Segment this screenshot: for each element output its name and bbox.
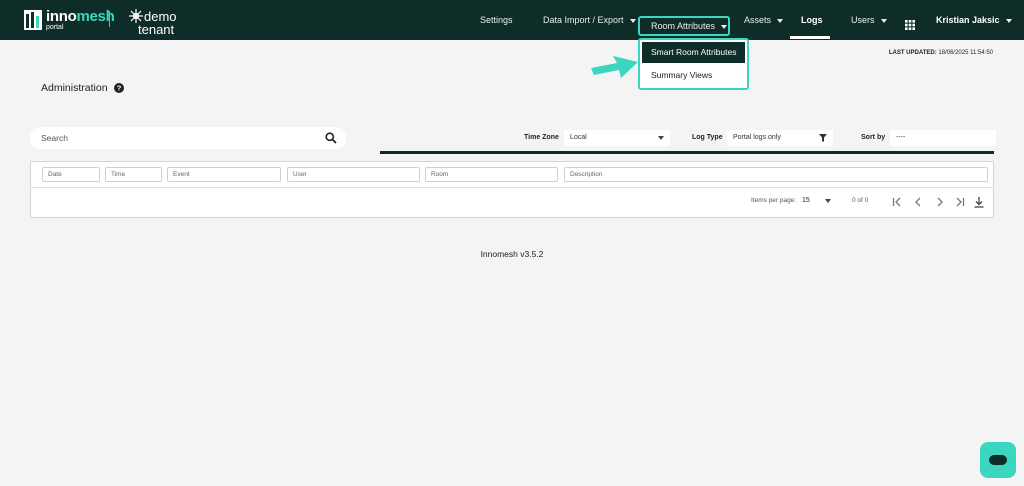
filter-bar-underline: [380, 151, 994, 154]
tenant-logo: demo tenant: [128, 6, 188, 37]
chevron-down-icon: [629, 18, 636, 23]
items-per-page-label: Items per page:: [751, 197, 797, 204]
page-title: Administration: [41, 82, 108, 94]
filter-funnel-icon: [819, 134, 827, 142]
chevron-down-icon: [658, 136, 664, 140]
nav-users[interactable]: Users: [851, 12, 887, 28]
log-type-value: Portal logs only: [733, 134, 781, 141]
sort-by-value: ----: [896, 134, 906, 141]
logo-separator: [109, 11, 110, 27]
time-zone-value: Local: [570, 134, 587, 141]
time-zone-select[interactable]: Local: [564, 130, 670, 146]
top-nav-bar: innomesh portal demo tenant Settings Dat…: [0, 0, 1024, 40]
svg-text:?: ?: [117, 84, 122, 93]
first-page-icon[interactable]: [890, 195, 904, 209]
table-header-filters: Date Time Event User Room Description: [31, 162, 993, 188]
previous-page-icon[interactable]: [911, 195, 925, 209]
logo-wordmark: innomesh: [46, 8, 115, 25]
chat-button[interactable]: [980, 442, 1016, 478]
nav-assets-label: Assets: [744, 15, 772, 25]
download-icon[interactable]: [972, 195, 986, 209]
app-version: Innomesh v3.5.2: [480, 249, 544, 259]
filter-user-input[interactable]: User: [287, 167, 420, 182]
nav-data-import-export[interactable]: Data Import / Export: [543, 12, 636, 28]
user-name: Kristian Jaksic: [936, 15, 1000, 25]
nav-room-attributes-label: Room Attributes: [651, 21, 716, 31]
filter-time-input[interactable]: Time: [105, 167, 162, 182]
nav-settings[interactable]: Settings: [480, 12, 513, 28]
chevron-down-icon: [825, 199, 831, 203]
user-menu[interactable]: Kristian Jaksic: [936, 12, 1012, 28]
chat-icon: [989, 455, 1007, 465]
next-page-icon[interactable]: [933, 195, 947, 209]
nav-assets[interactable]: Assets: [744, 12, 784, 28]
tenant-name-line2: tenant: [138, 22, 175, 37]
chevron-down-icon: [880, 18, 887, 23]
innomesh-logo[interactable]: innomesh portal: [24, 8, 115, 32]
pagination-range: 0 of 0: [852, 197, 869, 204]
menu-item-smart-room-attributes[interactable]: Smart Room Attributes: [642, 42, 745, 63]
time-zone-label: Time Zone: [524, 134, 559, 141]
sort-by-label: Sort by: [861, 134, 886, 141]
menu-item-summary-views[interactable]: Summary Views: [642, 65, 745, 86]
log-type-select[interactable]: Portal logs only: [727, 130, 833, 146]
nav-data-import-export-label: Data Import / Export: [543, 15, 624, 25]
search-placeholder: Search: [41, 133, 68, 143]
filter-description-input[interactable]: Description: [564, 167, 988, 182]
log-type-label: Log Type: [692, 134, 723, 141]
search-icon[interactable]: [325, 132, 337, 144]
chevron-down-icon: [1005, 18, 1012, 23]
logs-table: Date Time Event User Room Description It…: [30, 161, 994, 218]
last-page-icon[interactable]: [953, 195, 967, 209]
last-updated: LAST UPDATED: 18/06/2025 11:54:50: [889, 50, 993, 56]
nav-users-label: Users: [851, 15, 875, 25]
search-input[interactable]: Search: [30, 127, 346, 149]
filter-date-input[interactable]: Date: [42, 167, 100, 182]
sort-by-select[interactable]: ----: [890, 130, 996, 146]
help-icon[interactable]: ?: [114, 83, 124, 93]
chevron-down-icon: [721, 24, 728, 29]
nav-room-attributes[interactable]: Room Attributes: [638, 16, 730, 36]
apps-grid-icon[interactable]: [905, 20, 915, 30]
logo-subtitle: portal: [46, 24, 64, 31]
last-updated-label: LAST UPDATED:: [888, 50, 937, 56]
innomesh-logo-icon: [24, 10, 42, 30]
room-attributes-dropdown: Smart Room Attributes Summary Views: [638, 38, 749, 90]
nav-logs[interactable]: Logs: [801, 12, 823, 28]
chevron-down-icon: [777, 18, 784, 23]
filter-event-input[interactable]: Event: [167, 167, 281, 182]
pointer-arrow-icon: [591, 56, 638, 78]
filter-room-input[interactable]: Room: [425, 167, 558, 182]
active-tab-indicator: [790, 36, 830, 39]
last-updated-value: 18/06/2025 11:54:50: [938, 50, 993, 56]
